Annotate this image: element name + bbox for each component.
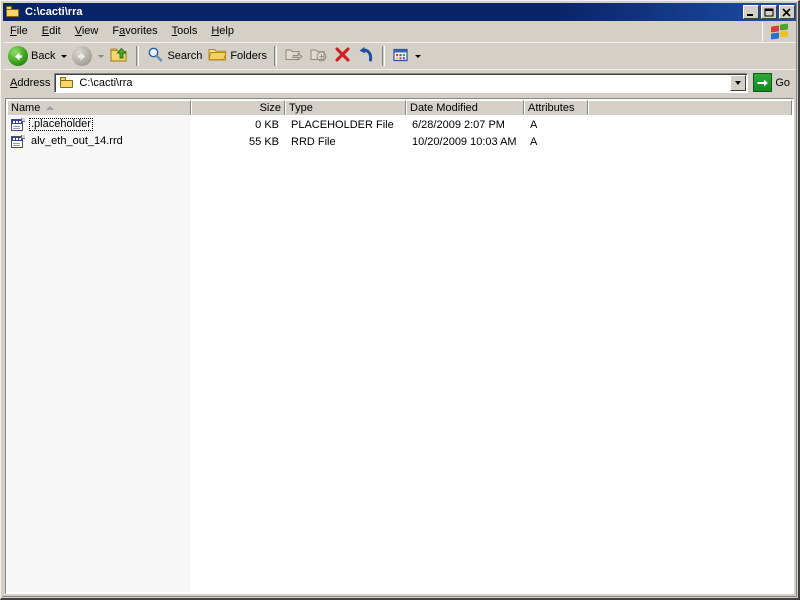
sorted-column-highlight — [7, 115, 190, 592]
column-header-size[interactable]: Size — [191, 100, 285, 115]
search-button-label: Search — [167, 50, 203, 62]
title-bar[interactable]: C:\cacti\rra — [3, 3, 796, 21]
column-header-label: Type — [289, 102, 313, 114]
cell-name: .placeholder — [7, 116, 191, 133]
file-list-view[interactable]: Name Size Type Date Modified Attributes .pla… — [7, 100, 792, 592]
toolbar-separator-3 — [382, 46, 386, 66]
menu-item-help[interactable]: Help — [204, 23, 241, 40]
back-history-dropdown[interactable] — [58, 45, 69, 67]
column-header-filler — [588, 100, 792, 115]
column-header-type[interactable]: Type — [285, 100, 406, 115]
cell-size: 0 KB — [255, 118, 279, 131]
undo-button[interactable] — [354, 45, 378, 67]
move-to-button[interactable] — [281, 45, 306, 67]
views-button[interactable] — [389, 45, 412, 67]
forward-button[interactable] — [69, 45, 95, 67]
file-rows: .placeholder 0 KB PLACEHOLDER File 6/28/200… — [7, 116, 792, 150]
toolbar: Back Search Folders — [3, 42, 796, 69]
table-row[interactable]: .placeholder 0 KB PLACEHOLDER File 6/28/200… — [7, 116, 792, 133]
cell-type: RRD File — [291, 135, 336, 148]
move-to-folder-icon — [284, 46, 303, 66]
address-bar: Address C:\cacti\rra Go — [3, 69, 796, 95]
table-row[interactable]: alv_eth_out_14.rrd 55 KB RRD File 10/20/200… — [7, 133, 792, 150]
sort-ascending-icon — [46, 106, 55, 110]
generic-file-icon — [11, 134, 25, 149]
menu-bar: File Edit View Favorites Tools Help — [3, 22, 796, 42]
folders-button-label: Folders — [230, 50, 268, 62]
copy-to-button[interactable] — [306, 45, 331, 67]
address-input[interactable]: C:\cacti\rra — [54, 72, 749, 93]
address-label: Address — [10, 76, 51, 89]
column-header-row: Name Size Type Date Modified Attributes — [7, 100, 792, 115]
file-name: .placeholder — [29, 118, 93, 131]
menu-item-edit[interactable]: Edit — [35, 23, 68, 40]
delete-x-icon — [334, 46, 351, 66]
views-dropdown[interactable] — [412, 45, 423, 67]
folder-icon — [59, 76, 75, 90]
menu-item-file[interactable]: File — [3, 23, 35, 40]
search-button[interactable]: Search — [143, 45, 205, 67]
column-header-label: Attributes — [528, 102, 575, 114]
back-arrow-icon — [8, 46, 28, 66]
windows-flag-icon — [762, 22, 796, 41]
explorer-window: C:\cacti\rra File Edit View Favorites To… — [0, 0, 800, 600]
menu-item-tools[interactable]: Tools — [165, 23, 205, 40]
copy-to-folder-icon — [309, 46, 328, 66]
delete-button[interactable] — [331, 45, 354, 67]
column-header-date[interactable]: Date Modified — [406, 100, 524, 115]
forward-history-dropdown[interactable] — [95, 45, 106, 67]
column-header-label: Date Modified — [410, 102, 478, 114]
chevron-down-icon[interactable] — [730, 74, 747, 91]
folders-button[interactable]: Folders — [205, 45, 270, 67]
go-button[interactable]: Go — [753, 72, 794, 94]
back-button[interactable]: Back — [5, 45, 58, 67]
undo-arrow-icon — [357, 46, 375, 66]
file-name: alv_eth_out_14.rrd — [31, 135, 123, 147]
column-header-name[interactable]: Name — [7, 100, 191, 115]
back-button-label: Back — [31, 50, 56, 62]
toolbar-separator-1 — [136, 46, 140, 66]
file-list-panel: Name Size Type Date Modified Attributes .pla… — [5, 98, 794, 594]
magnifier-icon — [146, 46, 164, 67]
cell-attributes: A — [530, 118, 538, 131]
column-header-label: Name — [11, 102, 41, 114]
folder-icon — [208, 46, 227, 66]
cell-date: 6/28/2009 2:07 PM — [412, 118, 505, 131]
toolbar-separator-2 — [274, 46, 278, 66]
cell-date: 10/20/2009 10:03 AM — [412, 135, 517, 148]
green-arrow-icon — [753, 73, 773, 92]
menu-item-view[interactable]: View — [68, 23, 106, 40]
column-header-attributes[interactable]: Attributes — [524, 100, 588, 115]
up-folder-icon — [109, 45, 129, 67]
maximize-button[interactable] — [761, 5, 777, 19]
go-button-label: Go — [775, 76, 790, 89]
minimize-button[interactable] — [743, 5, 759, 19]
cell-attributes: A — [530, 135, 538, 148]
window-title: C:\cacti\rra — [25, 6, 83, 18]
address-value: C:\cacti\rra — [79, 76, 133, 89]
cell-type: PLACEHOLDER File — [291, 118, 394, 131]
close-button[interactable] — [779, 5, 795, 19]
menu-item-favorites[interactable]: Favorites — [105, 23, 164, 40]
cell-size: 55 KB — [249, 135, 279, 148]
generic-file-icon — [11, 117, 25, 132]
forward-arrow-icon — [72, 46, 93, 66]
cell-name: alv_eth_out_14.rrd — [7, 133, 191, 150]
folder-icon — [5, 5, 21, 19]
column-header-label: Size — [259, 102, 281, 114]
up-button[interactable] — [106, 45, 132, 67]
views-grid-icon — [392, 47, 409, 66]
